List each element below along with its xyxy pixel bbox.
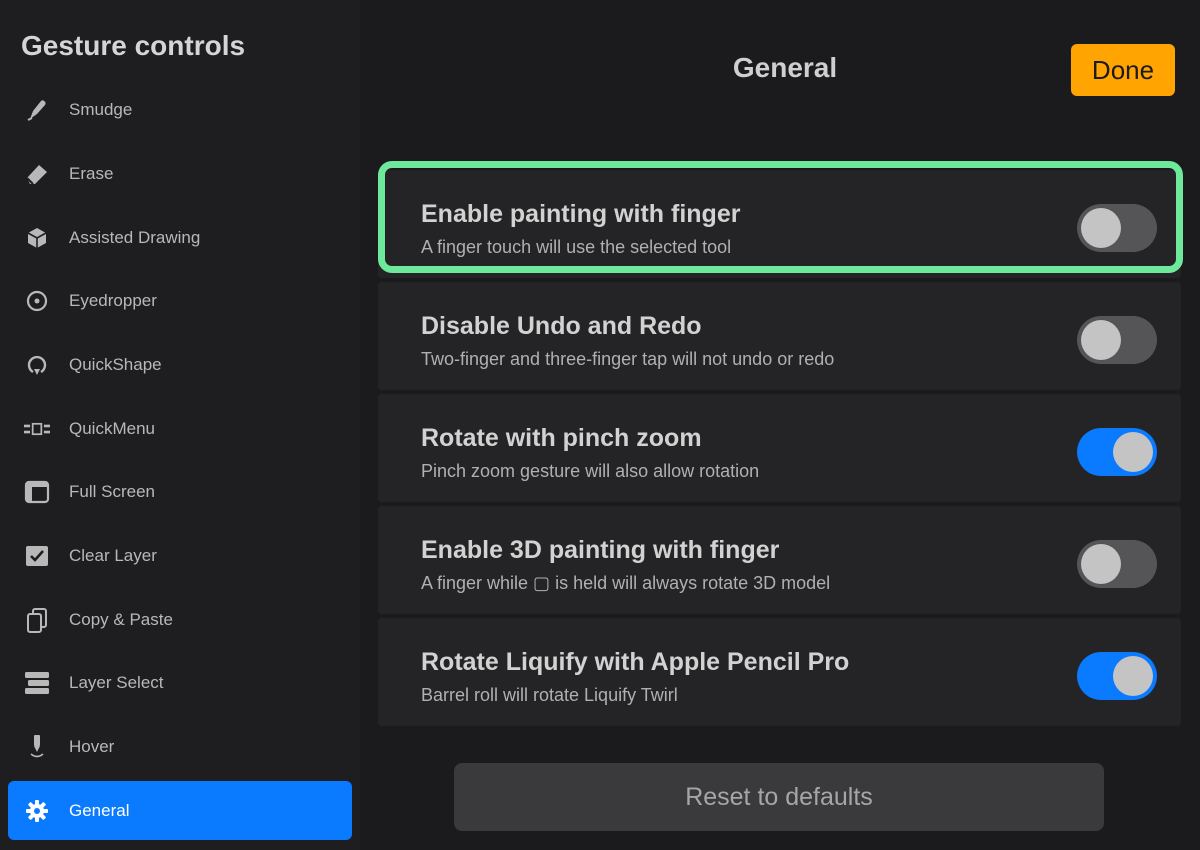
settings-panel: General Done Enable painting with finger… [360, 0, 1200, 850]
gear-icon [22, 796, 52, 826]
quickmenu-icon [22, 414, 52, 444]
sidebar-item-copy-paste[interactable]: Copy & Paste [8, 590, 352, 649]
toggle-knob [1113, 432, 1153, 472]
sidebar-item-layer-select[interactable]: Layer Select [8, 653, 352, 712]
toggle-knob [1081, 208, 1121, 248]
toggle-knob [1113, 656, 1153, 696]
clear-layer-icon [22, 541, 52, 571]
smudge-icon [22, 95, 52, 125]
setting-description: A finger touch will use the selected too… [421, 237, 732, 257]
sidebar-item-quickmenu[interactable]: QuickMenu [8, 399, 352, 458]
sidebar-item-general[interactable]: General [8, 781, 352, 840]
sidebar-item-eyedropper[interactable]: Eyedropper [8, 271, 352, 330]
toggle-knob [1081, 320, 1121, 360]
sidebar-title: Gesture controls [21, 30, 246, 61]
setting-description: Barrel roll will rotate Liquify Twirl [421, 685, 678, 705]
sidebar-item-label: Hover [69, 736, 115, 756]
sidebar-item-smudge[interactable]: Smudge [8, 80, 352, 139]
reset-to-defaults-button[interactable]: Reset to defaults [454, 763, 1104, 831]
setting-title: Rotate Liquify with Apple Pencil Pro [421, 648, 850, 676]
setting-title: Disable Undo and Redo [421, 312, 702, 340]
sidebar-item-erase[interactable]: Erase [8, 144, 352, 203]
sidebar-item-quickshape[interactable]: QuickShape [8, 335, 352, 394]
enable-painting-with-finger-toggle[interactable] [1077, 204, 1157, 252]
rotate-pinch-zoom-toggle[interactable] [1077, 428, 1157, 476]
setting-title: Enable 3D painting with finger [421, 536, 780, 564]
cube-icon [22, 223, 52, 253]
setting-row-enable-painting-with-finger: Enable painting with finger A finger tou… [378, 170, 1181, 278]
sidebar-item-label: Full Screen [69, 481, 155, 501]
sidebar-item-label: Layer Select [69, 672, 164, 692]
copy-paste-icon [22, 605, 52, 635]
setting-row-rotate-pinch-zoom: Rotate with pinch zoom Pinch zoom gestur… [378, 394, 1181, 502]
sidebar-item-assisted-drawing[interactable]: Assisted Drawing [8, 208, 352, 267]
hover-icon [22, 732, 52, 762]
setting-description: Pinch zoom gesture will also allow rotat… [421, 461, 760, 481]
setting-description: A finger while ▢ is held will always rot… [421, 573, 831, 593]
sidebar-item-full-screen[interactable]: Full Screen [8, 462, 352, 521]
setting-row-enable-3d-painting: Enable 3D painting with finger A finger … [378, 506, 1181, 614]
sidebar-item-hover[interactable]: Hover [8, 717, 352, 776]
rotate-liquify-toggle[interactable] [1077, 652, 1157, 700]
enable-3d-painting-toggle[interactable] [1077, 540, 1157, 588]
sidebar-item-label: Copy & Paste [69, 609, 173, 629]
sidebar-item-label: Clear Layer [69, 545, 157, 565]
layer-select-icon [22, 668, 52, 698]
quickshape-icon [22, 350, 52, 380]
toggle-knob [1081, 544, 1121, 584]
sidebar-item-label: General [69, 800, 130, 820]
eraser-icon [22, 159, 52, 189]
eyedropper-icon [22, 286, 52, 316]
setting-row-disable-undo-redo: Disable Undo and Redo Two-finger and thr… [378, 282, 1181, 390]
disable-undo-redo-toggle[interactable] [1077, 316, 1157, 364]
setting-row-rotate-liquify: Rotate Liquify with Apple Pencil Pro Bar… [378, 618, 1181, 726]
sidebar-item-label: Smudge [69, 99, 133, 119]
setting-title: Rotate with pinch zoom [421, 424, 702, 452]
setting-title: Enable painting with finger [421, 200, 741, 228]
sidebar-item-label: Assisted Drawing [69, 227, 201, 247]
sidebar-item-clear-layer[interactable]: Clear Layer [8, 526, 352, 585]
setting-description: Two-finger and three-finger tap will not… [421, 349, 835, 369]
done-button[interactable]: Done [1071, 44, 1175, 96]
sidebar-item-label: Erase [69, 163, 114, 183]
sidebar: Gesture controls Smudge Erase Assisted D… [0, 0, 360, 850]
sidebar-item-label: QuickMenu [69, 418, 155, 438]
sidebar-item-label: QuickShape [69, 354, 162, 374]
sidebar-item-label: Eyedropper [69, 290, 157, 310]
fullscreen-icon [22, 477, 52, 507]
